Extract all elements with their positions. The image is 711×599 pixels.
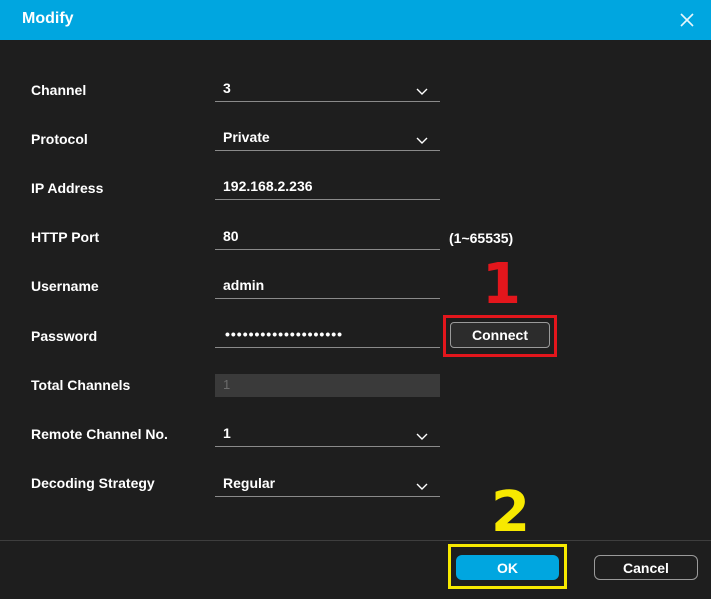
protocol-select[interactable]: Private	[215, 124, 440, 151]
password-label: Password	[31, 328, 98, 344]
chevron-down-icon	[416, 132, 428, 144]
annotation-step-2: 2	[491, 480, 530, 545]
ip-address-input[interactable]: 192.168.2.236	[215, 173, 440, 200]
decoding-strategy-value: Regular	[223, 475, 276, 491]
chevron-down-icon	[416, 83, 428, 95]
protocol-value: Private	[223, 129, 270, 145]
chevron-down-icon	[416, 478, 428, 490]
username-input[interactable]: admin	[215, 272, 440, 299]
channel-value: 3	[223, 80, 231, 96]
username-label: Username	[31, 278, 99, 294]
ip-address-label: IP Address	[31, 180, 104, 196]
username-value: admin	[223, 277, 265, 293]
channel-select[interactable]: 3	[215, 75, 440, 102]
http-port-input[interactable]: 80	[215, 223, 440, 250]
chevron-down-icon	[416, 428, 428, 440]
total-channels-label: Total Channels	[31, 377, 131, 393]
close-icon[interactable]	[679, 12, 695, 28]
annotation-highlight-connect: Connect	[443, 315, 557, 357]
http-port-range-hint: (1~65535)	[449, 230, 514, 246]
decoding-strategy-label: Decoding Strategy	[31, 475, 155, 491]
password-input[interactable]: ••••••••••••••••••••	[215, 321, 440, 348]
cancel-button[interactable]: Cancel	[594, 555, 698, 580]
password-masked-value: ••••••••••••••••••••	[225, 326, 344, 342]
http-port-label: HTTP Port	[31, 229, 100, 245]
dialog-titlebar: Modify	[0, 0, 711, 40]
decoding-strategy-select[interactable]: Regular	[215, 470, 440, 497]
annotation-highlight-ok: OK	[448, 544, 567, 589]
protocol-label: Protocol	[31, 131, 88, 147]
http-port-value: 80	[223, 228, 239, 244]
connect-button[interactable]: Connect	[450, 322, 550, 348]
total-channels-value: 1	[223, 377, 231, 392]
footer-divider	[0, 540, 711, 541]
ip-address-value: 192.168.2.236	[223, 178, 313, 194]
channel-label: Channel	[31, 82, 87, 98]
total-channels-input: 1	[215, 374, 440, 397]
remote-channel-select[interactable]: 1	[215, 420, 440, 447]
remote-channel-label: Remote Channel No.	[31, 426, 168, 442]
ok-button[interactable]: OK	[456, 555, 559, 580]
remote-channel-value: 1	[223, 425, 231, 441]
annotation-step-1: 1	[482, 252, 521, 317]
dialog-title: Modify	[22, 10, 74, 27]
